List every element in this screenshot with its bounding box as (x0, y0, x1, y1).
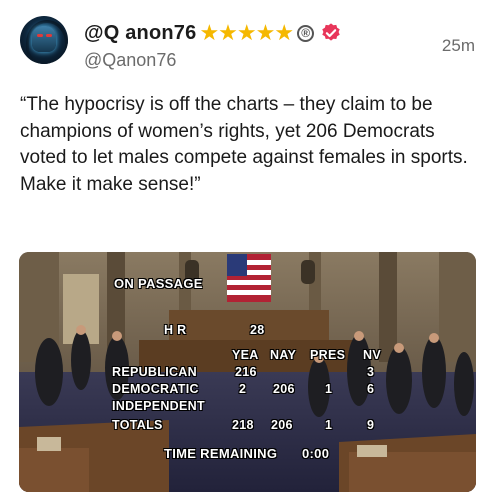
star-icon: ★ (255, 20, 276, 45)
post-text: “The hypocrisy is off the charts – they … (20, 94, 468, 195)
row-party-republican: REPUBLICAN (112, 365, 197, 379)
avatar-eye-right (46, 34, 52, 37)
avatar-mask (32, 26, 56, 52)
time-remaining-value: 0:00 (302, 446, 330, 461)
row-party-independent: INDEPENDENT (112, 399, 205, 413)
header-nay: NAY (270, 348, 297, 362)
verified-badge-icon (322, 23, 340, 41)
on-passage-label: ON PASSAGE (114, 276, 203, 291)
totals-pres: 1 (325, 418, 333, 432)
row-pres-democratic: 1 (325, 382, 333, 396)
star-rating: ★ ★ ★ ★ ★ (199, 20, 295, 45)
avatar[interactable] (20, 16, 68, 64)
time-remaining-label: TIME REMAINING (164, 446, 278, 461)
row-yea-democratic: 2 (239, 382, 247, 396)
row-nv-democratic: 6 (367, 382, 375, 396)
display-name[interactable]: @Q anon76 (84, 22, 196, 45)
totals-label: TOTALS (112, 418, 163, 432)
bill-number: 28 (250, 323, 265, 337)
star-icon: ★ (274, 20, 295, 45)
row-yea-republican: 216 (235, 365, 257, 379)
row-nv-republican: 3 (367, 365, 375, 379)
bill-label: H R (164, 323, 187, 337)
totals-nv: 9 (367, 418, 375, 432)
header-yea: YEA (232, 348, 259, 362)
header-pres: PRES (310, 348, 346, 362)
star-icon: ★ (199, 20, 220, 45)
totals-yea: 218 (232, 418, 254, 432)
avatar-eye-left (37, 34, 43, 37)
timestamp: 25m (441, 36, 475, 55)
row-nay-democratic: 206 (273, 382, 295, 396)
star-icon: ★ (218, 20, 238, 45)
handle[interactable]: @Qanon76 (84, 50, 176, 71)
registered-mark-icon: ® (297, 24, 315, 42)
name-row: @Q anon76 ★ ★ ★ ★ ★ ® (84, 20, 342, 46)
row-party-democratic: DEMOCRATIC (112, 382, 199, 396)
media-image[interactable]: ON PASSAGE H R 28 YEA NAY PRES NV REPUBL… (19, 252, 476, 492)
header-nv: NV (363, 348, 381, 362)
star-icon: ★ (236, 20, 257, 45)
totals-nay: 206 (271, 418, 293, 432)
